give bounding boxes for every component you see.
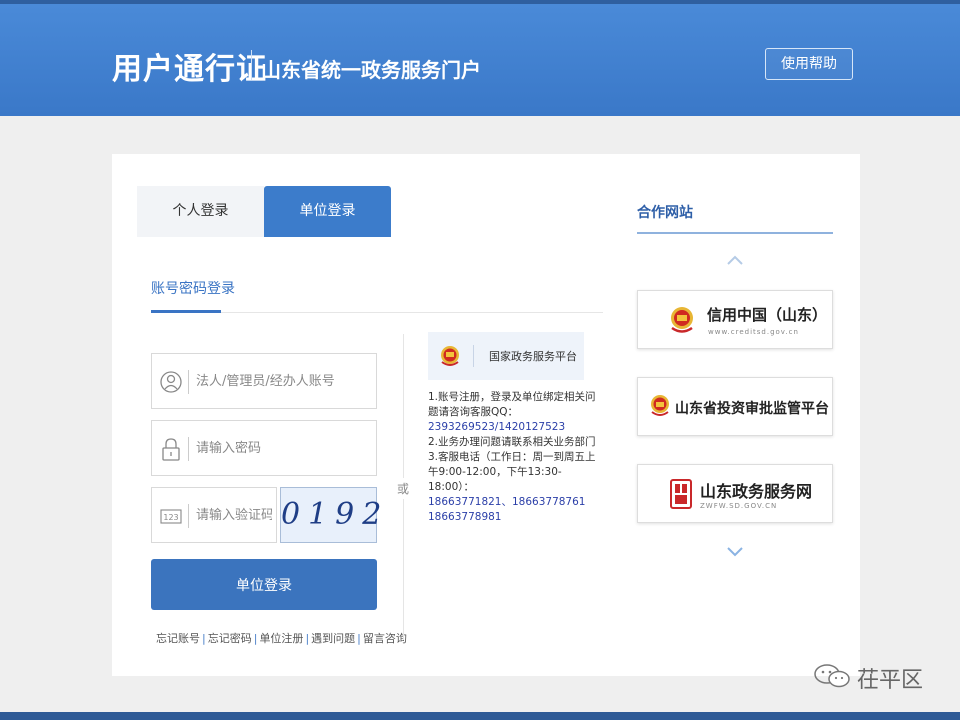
link-separator: | xyxy=(202,632,206,645)
tab-unit-login[interactable]: 单位登录 xyxy=(264,186,391,237)
partner-shandong-gov-service[interactable]: 山东政务服务网 ZWFW.SD.GOV.CN xyxy=(637,464,833,523)
chevron-down-icon[interactable] xyxy=(725,544,745,563)
national-emblem-icon xyxy=(439,344,461,372)
platform-name: 国家政务服务平台 xyxy=(489,350,577,363)
link-separator: | xyxy=(305,632,310,645)
partner-name: 信用中国（山东） xyxy=(707,306,828,324)
account-input[interactable] xyxy=(196,368,366,394)
national-emblem-icon xyxy=(670,305,694,339)
partner-url: www.creditsd.gov.cn xyxy=(708,328,799,336)
support-info: 1.账号注册，登录及单位绑定相关问题请咨询客服QQ： 2393269523/14… xyxy=(428,390,598,525)
captcha-field: 123 xyxy=(151,487,277,543)
user-icon xyxy=(160,369,182,395)
support-phone-3: 18663778981 xyxy=(428,511,502,523)
wechat-icon xyxy=(813,662,853,694)
svg-text:123: 123 xyxy=(163,513,178,522)
unit-register-link[interactable]: 单位注册 xyxy=(259,632,303,645)
support-phones: 18663771821、18663778761 xyxy=(428,496,586,508)
info-line-1: 1.账号注册，登录及单位绑定相关问题请咨询客服QQ： xyxy=(428,391,596,418)
subtab-account-password[interactable]: 账号密码登录 xyxy=(151,278,235,298)
national-gov-platform-button[interactable]: 国家政务服务平台 xyxy=(428,332,584,380)
watermark-text: 茌平区 xyxy=(857,668,924,693)
captcha-input[interactable] xyxy=(196,502,272,528)
tab-personal-login[interactable]: 个人登录 xyxy=(137,186,264,237)
partner-credit-china-shandong[interactable]: 信用中国（山东） www.creditsd.gov.cn xyxy=(637,290,833,349)
info-line-2: 2.业务办理问题请联系相关业务部门 xyxy=(428,436,596,448)
partner-name: 山东政务服务网 xyxy=(700,482,813,501)
unit-login-submit-button[interactable]: 单位登录 xyxy=(151,559,377,610)
link-separator: | xyxy=(357,632,361,645)
platform-divider xyxy=(473,345,474,367)
or-label: 或 xyxy=(397,478,410,499)
login-tabs: 个人登录 单位登录 xyxy=(137,186,391,237)
field-divider xyxy=(188,370,189,394)
brand-title: 用户通行证 xyxy=(112,52,267,87)
partner-title-underline xyxy=(637,232,833,234)
national-emblem-icon xyxy=(650,394,670,422)
login-card: 个人登录 单位登录 账号密码登录 法人/管理员/经办人账号 123 请输入验证码… xyxy=(112,154,860,676)
password-field xyxy=(151,420,377,476)
lock-icon xyxy=(160,436,182,462)
wechat-watermark: 茌平区 xyxy=(813,660,933,694)
captcha-image[interactable]: 0192 xyxy=(280,487,381,543)
brand-divider xyxy=(251,50,252,80)
chevron-up-icon[interactable] xyxy=(725,252,745,271)
partner-investment-approval[interactable]: 山东省投资审批监管平台 xyxy=(637,377,833,436)
message-consult-link[interactable]: 留言咨询 xyxy=(363,632,407,645)
partner-url: ZWFW.SD.GOV.CN xyxy=(700,502,778,510)
brand-subtitle: 山东省统一政务服务门户 xyxy=(261,58,481,82)
help-links: 忘记账号 | 忘记密码 | 单位注册 | 遇到问题 | 留言咨询 xyxy=(156,630,407,646)
account-field xyxy=(151,353,377,409)
password-input[interactable] xyxy=(196,435,366,461)
footer-bar xyxy=(0,712,960,720)
subtab-active-underline xyxy=(151,310,221,313)
forgot-password-link[interactable]: 忘记密码 xyxy=(208,632,252,645)
link-separator: | xyxy=(253,632,258,645)
field-divider xyxy=(188,437,189,461)
partner-name: 山东省投资审批监管平台 xyxy=(675,401,829,417)
field-divider xyxy=(188,504,189,528)
captcha-123-icon: 123 xyxy=(160,503,182,529)
problems-link[interactable]: 遇到问题 xyxy=(311,632,355,645)
header-banner: 用户通行证 山东省统一政务服务门户 使用帮助 xyxy=(0,0,960,116)
support-qq: 2393269523/1420127523 xyxy=(428,421,566,433)
help-button[interactable]: 使用帮助 xyxy=(765,48,853,80)
forgot-account-link[interactable]: 忘记账号 xyxy=(156,632,200,645)
seal-icon xyxy=(669,478,693,514)
partner-sites-title: 合作网站 xyxy=(637,205,693,221)
info-line-3: 3.客服电话（工作日：周一到周五上午9:00-12:00，下午13:30-18:… xyxy=(428,451,596,493)
